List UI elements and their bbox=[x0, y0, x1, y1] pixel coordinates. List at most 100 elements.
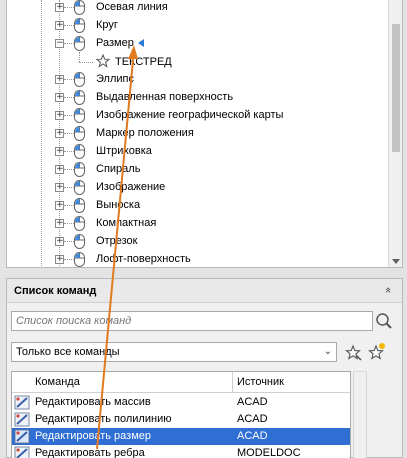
new-command-icon[interactable] bbox=[368, 342, 386, 360]
star-filter-icon[interactable] bbox=[345, 344, 363, 362]
tree-expander[interactable]: + bbox=[55, 21, 64, 30]
command-name: Редактировать размер bbox=[35, 430, 151, 442]
tree-expander[interactable]: + bbox=[55, 147, 64, 156]
tree-child-label[interactable]: ТЕКСТРЕД bbox=[115, 56, 172, 68]
tree-expander[interactable]: + bbox=[55, 111, 64, 120]
tree-item[interactable]: + Компактная bbox=[7, 215, 387, 233]
tree-item-label: Выдавленная поверхность bbox=[96, 91, 234, 103]
tree-expander[interactable]: + bbox=[55, 3, 64, 12]
tree-item-label: Эллипс bbox=[96, 73, 134, 85]
search-icon[interactable] bbox=[375, 312, 393, 330]
tree-item[interactable]: + Штриховка bbox=[7, 143, 387, 161]
tree-item-label: Изображение bbox=[96, 181, 166, 193]
tree-item[interactable]: + Изображение bbox=[7, 179, 387, 197]
tree-item-label: Лофт-поверхность bbox=[96, 253, 191, 265]
tree-line bbox=[64, 25, 74, 26]
tree-item[interactable]: + Маркер положения bbox=[7, 125, 387, 143]
mouse-icon bbox=[74, 198, 85, 213]
tree-item[interactable]: − Размер bbox=[7, 35, 387, 53]
tree-item-label: Выноска bbox=[96, 199, 141, 211]
mouse-icon bbox=[74, 180, 85, 195]
tree-line bbox=[64, 115, 74, 116]
mouse-icon bbox=[74, 162, 85, 177]
tree-item-label: Осевая линия bbox=[96, 1, 168, 13]
tree-item-label: Круг bbox=[96, 19, 118, 31]
tree-item-label: Компактная bbox=[96, 217, 157, 229]
command-name: Редактировать массив bbox=[35, 396, 151, 408]
customization-tree[interactable]: + Осевая линия + Круг − Размер + Эллипс + Выдавле… bbox=[6, 0, 403, 268]
tree-item[interactable]: + Лофт-поверхность bbox=[7, 251, 387, 267]
command-source: ACAD bbox=[237, 396, 268, 408]
tree-expander[interactable]: + bbox=[55, 201, 64, 210]
tree-line bbox=[64, 151, 74, 152]
tree-item[interactable]: + Выноска bbox=[7, 197, 387, 215]
scrollbar-thumb[interactable] bbox=[392, 24, 400, 152]
tree-item[interactable]: + Отрезок bbox=[7, 233, 387, 251]
tree-expander[interactable]: + bbox=[55, 75, 64, 84]
tree-item-label: Отрезок bbox=[96, 235, 138, 247]
command-list-panel: Список команд « Только все команды ⌄ Ком… bbox=[6, 278, 403, 458]
collapse-button[interactable]: « bbox=[380, 282, 396, 298]
table-scrollbar[interactable] bbox=[353, 371, 367, 458]
edge-edit-icon bbox=[14, 446, 30, 458]
command-source: MODELDOC bbox=[237, 447, 301, 458]
table-row[interactable]: Редактировать ребра MODELDOC bbox=[12, 445, 350, 458]
filter-value: Только все команды bbox=[16, 346, 120, 358]
command-table: Команда Источник Редактировать массив ACA… bbox=[11, 371, 351, 458]
panel-title: Список команд bbox=[14, 285, 97, 297]
mouse-icon bbox=[74, 126, 85, 141]
command-name: Редактировать полилинию bbox=[35, 413, 172, 425]
tree-item[interactable]: + Осевая линия bbox=[7, 0, 387, 17]
table-row[interactable]: Редактировать массив ACAD bbox=[12, 394, 350, 411]
tree-line bbox=[64, 241, 74, 242]
column-header-source[interactable]: Источник bbox=[237, 376, 284, 388]
tree-line bbox=[79, 62, 93, 63]
command-source: ACAD bbox=[237, 430, 268, 442]
tree-line bbox=[64, 133, 74, 134]
tree-line bbox=[64, 223, 74, 224]
table-row[interactable]: Редактировать размер ACAD bbox=[12, 428, 350, 445]
table-header: Команда Источник bbox=[12, 372, 350, 393]
tree-scrollbar[interactable] bbox=[388, 0, 402, 267]
tree-expander[interactable]: − bbox=[55, 39, 64, 48]
command-filter-dropdown[interactable]: Только все команды ⌄ bbox=[11, 342, 337, 362]
tree-line bbox=[64, 97, 74, 98]
column-header-command[interactable]: Команда bbox=[35, 376, 80, 388]
command-search-field[interactable] bbox=[11, 311, 373, 331]
mouse-icon bbox=[74, 252, 85, 267]
mouse-icon bbox=[74, 18, 85, 33]
tree-line bbox=[64, 205, 74, 206]
tree-expander[interactable]: + bbox=[55, 255, 64, 264]
array-edit-icon bbox=[14, 395, 30, 410]
tree-line bbox=[64, 259, 74, 260]
tree-expander[interactable]: + bbox=[55, 237, 64, 246]
scroll-down-icon[interactable] bbox=[392, 259, 400, 264]
mouse-icon bbox=[74, 0, 85, 15]
search-input[interactable] bbox=[12, 312, 372, 330]
tree-item[interactable]: + Спираль bbox=[7, 161, 387, 179]
tree-line bbox=[64, 43, 74, 44]
tree-item-label: Спираль bbox=[96, 163, 141, 175]
tree-line bbox=[64, 79, 74, 80]
tree-line bbox=[64, 187, 74, 188]
tree-item[interactable]: + Изображение географической карты bbox=[7, 107, 387, 125]
tree-expander[interactable]: + bbox=[55, 165, 64, 174]
table-row[interactable]: Редактировать полилинию ACAD bbox=[12, 411, 350, 428]
tree-item[interactable]: + Круг bbox=[7, 17, 387, 35]
mouse-icon bbox=[74, 234, 85, 249]
chevron-down-icon[interactable]: ⌄ bbox=[324, 346, 332, 357]
dimension-edit-icon bbox=[14, 429, 30, 444]
tree-expander[interactable]: + bbox=[55, 129, 64, 138]
tree-line bbox=[79, 52, 80, 62]
tree-expander[interactable]: + bbox=[55, 183, 64, 192]
tree-expander[interactable]: + bbox=[55, 219, 64, 228]
column-divider[interactable] bbox=[232, 372, 233, 393]
tree-item[interactable]: + Эллипс bbox=[7, 71, 387, 89]
insertion-marker-icon bbox=[138, 39, 144, 47]
polyline-edit-icon bbox=[14, 412, 30, 427]
command-source: ACAD bbox=[237, 413, 268, 425]
tree-expander[interactable]: + bbox=[55, 93, 64, 102]
tree-line bbox=[64, 169, 74, 170]
tree-item[interactable]: + Выдавленная поверхность bbox=[7, 89, 387, 107]
mouse-icon bbox=[74, 72, 85, 87]
